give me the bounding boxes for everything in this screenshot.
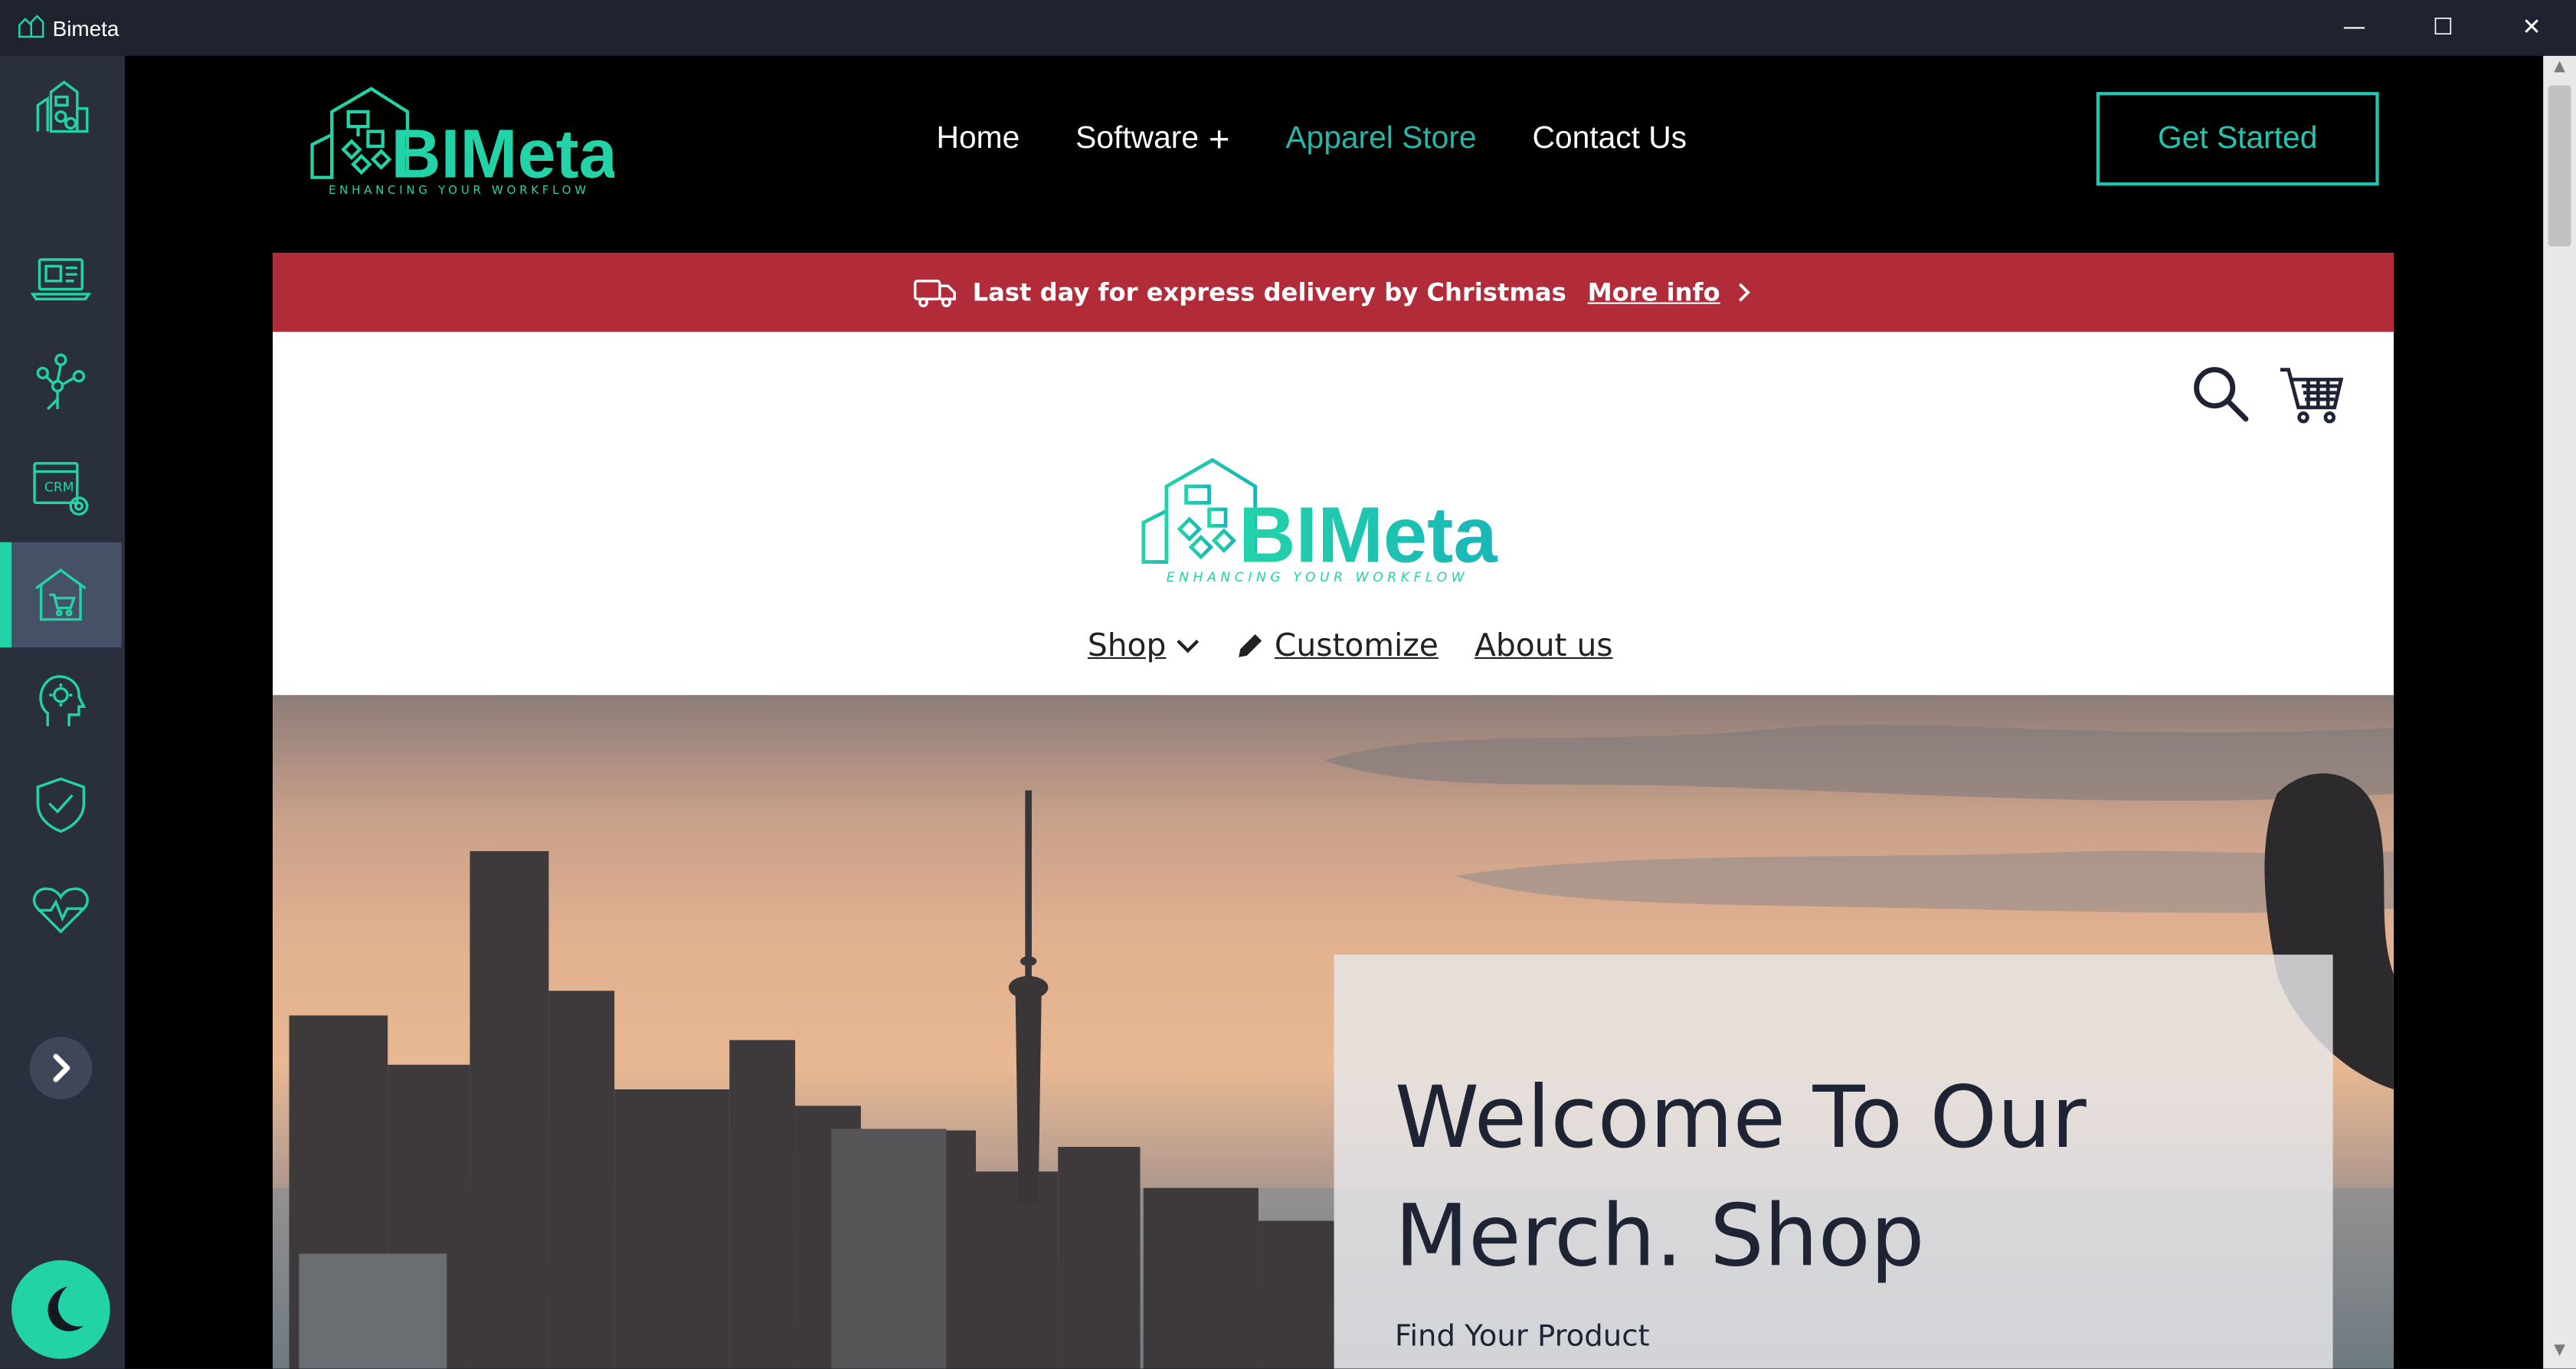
sidebar-item-desktop[interactable]: [0, 225, 122, 330]
sidebar-item-store[interactable]: [0, 542, 122, 648]
nav-software[interactable]: Software +: [1075, 118, 1229, 161]
web-content: BIMeta ENHANCING YOUR WORKFLOW Home Soft…: [125, 55, 2544, 1369]
promo-text: Last day for express delivery by Christm…: [972, 277, 1566, 308]
svg-text:BIMeta: BIMeta: [391, 116, 614, 193]
nav-software-label: Software: [1075, 121, 1200, 156]
sidebar-item-crm[interactable]: CRM: [0, 435, 122, 540]
shield-check-icon: [36, 777, 86, 834]
promo-more-info-link[interactable]: More info: [1588, 277, 1720, 307]
store-nav-customize[interactable]: Customize: [1235, 627, 1439, 664]
store-nav: Shop Customize About us: [1088, 627, 1613, 663]
store-nav-about[interactable]: About us: [1475, 627, 1612, 663]
svg-text:ENHANCING YOUR WORKFLOW: ENHANCING YOUR WORKFLOW: [1167, 570, 1468, 585]
store-header: BIMeta ENHANCING YOUR WORKFLOW Shop Cust…: [273, 332, 2394, 696]
scrollbar-thumb[interactable]: [2548, 85, 2571, 247]
heart-pulse-icon: [32, 887, 89, 934]
sidebar-item-people[interactable]: [0, 330, 122, 435]
people-network-icon: [36, 353, 86, 411]
search-icon[interactable]: [2191, 365, 2250, 424]
store-nav-shop-label: Shop: [1087, 627, 1167, 664]
store-frame: Last day for express delivery by Christm…: [273, 253, 2394, 1369]
bimeta-logo[interactable]: BIMeta ENHANCING YOUR WORKFLOW: [309, 82, 614, 197]
app-sidebar: CRM: [0, 55, 126, 1369]
crm-settings-icon: CRM: [33, 462, 89, 516]
scroll-up-icon[interactable]: ▲: [2543, 59, 2576, 82]
store-cart-icon: [35, 568, 87, 621]
hero-banner: Welcome To Our Merch. Shop Find Your Pro…: [273, 695, 2394, 1369]
hero-title: Welcome To Our Merch. Shop: [1394, 1069, 2087, 1287]
laptop-icon: [30, 258, 92, 301]
window-titlebar: Bimeta — ☐ ✕: [0, 0, 2576, 56]
support-head-icon: [39, 675, 87, 727]
chevron-down-icon: [1176, 639, 1199, 653]
sidebar-expand-button[interactable]: [29, 1037, 93, 1099]
store-nav-customize-label: Customize: [1274, 627, 1439, 664]
site-header: BIMeta ENHANCING YOUR WORKFLOW Home Soft…: [125, 55, 2544, 254]
svg-text:BIMeta: BIMeta: [1239, 491, 1497, 579]
cart-icon[interactable]: [2279, 362, 2345, 427]
hero-card: Welcome To Our Merch. Shop Find Your Pro…: [1334, 955, 2333, 1369]
chevron-right-small-icon: [1739, 283, 1750, 302]
svg-text:CRM: CRM: [44, 480, 74, 495]
main-nav: Home Software + Apparel Store Contact Us: [937, 118, 1687, 161]
sidebar-item-buildings[interactable]: [0, 56, 122, 161]
chevron-right-icon: [53, 1053, 70, 1082]
moon-icon: [47, 1286, 84, 1331]
sidebar-item-security[interactable]: [0, 752, 122, 857]
window-title: Bimeta: [52, 15, 119, 41]
sidebar-item-support[interactable]: [0, 647, 122, 752]
minimize-button[interactable]: —: [2310, 0, 2399, 56]
store-nav-shop[interactable]: Shop: [1088, 627, 1199, 663]
hero-subtitle: Find Your Product: [1394, 1319, 1650, 1354]
nav-home[interactable]: Home: [937, 122, 1020, 158]
close-button[interactable]: ✕: [2487, 0, 2576, 56]
theme-toggle-button[interactable]: [11, 1260, 110, 1359]
buildings-icon: [36, 80, 89, 133]
get-started-button[interactable]: Get Started: [2096, 92, 2379, 186]
store-logo[interactable]: BIMeta ENHANCING YOUR WORKFLOW: [1140, 454, 1498, 585]
maximize-button[interactable]: ☐: [2398, 0, 2487, 56]
scroll-down-icon[interactable]: ▼: [2543, 1342, 2576, 1365]
vertical-scrollbar[interactable]: ▲ ▼: [2543, 55, 2576, 1369]
svg-text:ENHANCING YOUR WORKFLOW: ENHANCING YOUR WORKFLOW: [329, 183, 590, 197]
promo-banner: Last day for express delivery by Christm…: [273, 253, 2394, 332]
app-logo-icon: [18, 15, 44, 38]
pencil-icon: [1238, 634, 1262, 657]
sidebar-item-health[interactable]: [0, 858, 122, 963]
nav-contact[interactable]: Contact Us: [1532, 122, 1687, 158]
plus-icon: +: [1208, 118, 1230, 160]
delivery-truck-icon: [913, 280, 956, 308]
nav-apparel-store[interactable]: Apparel Store: [1285, 122, 1476, 158]
